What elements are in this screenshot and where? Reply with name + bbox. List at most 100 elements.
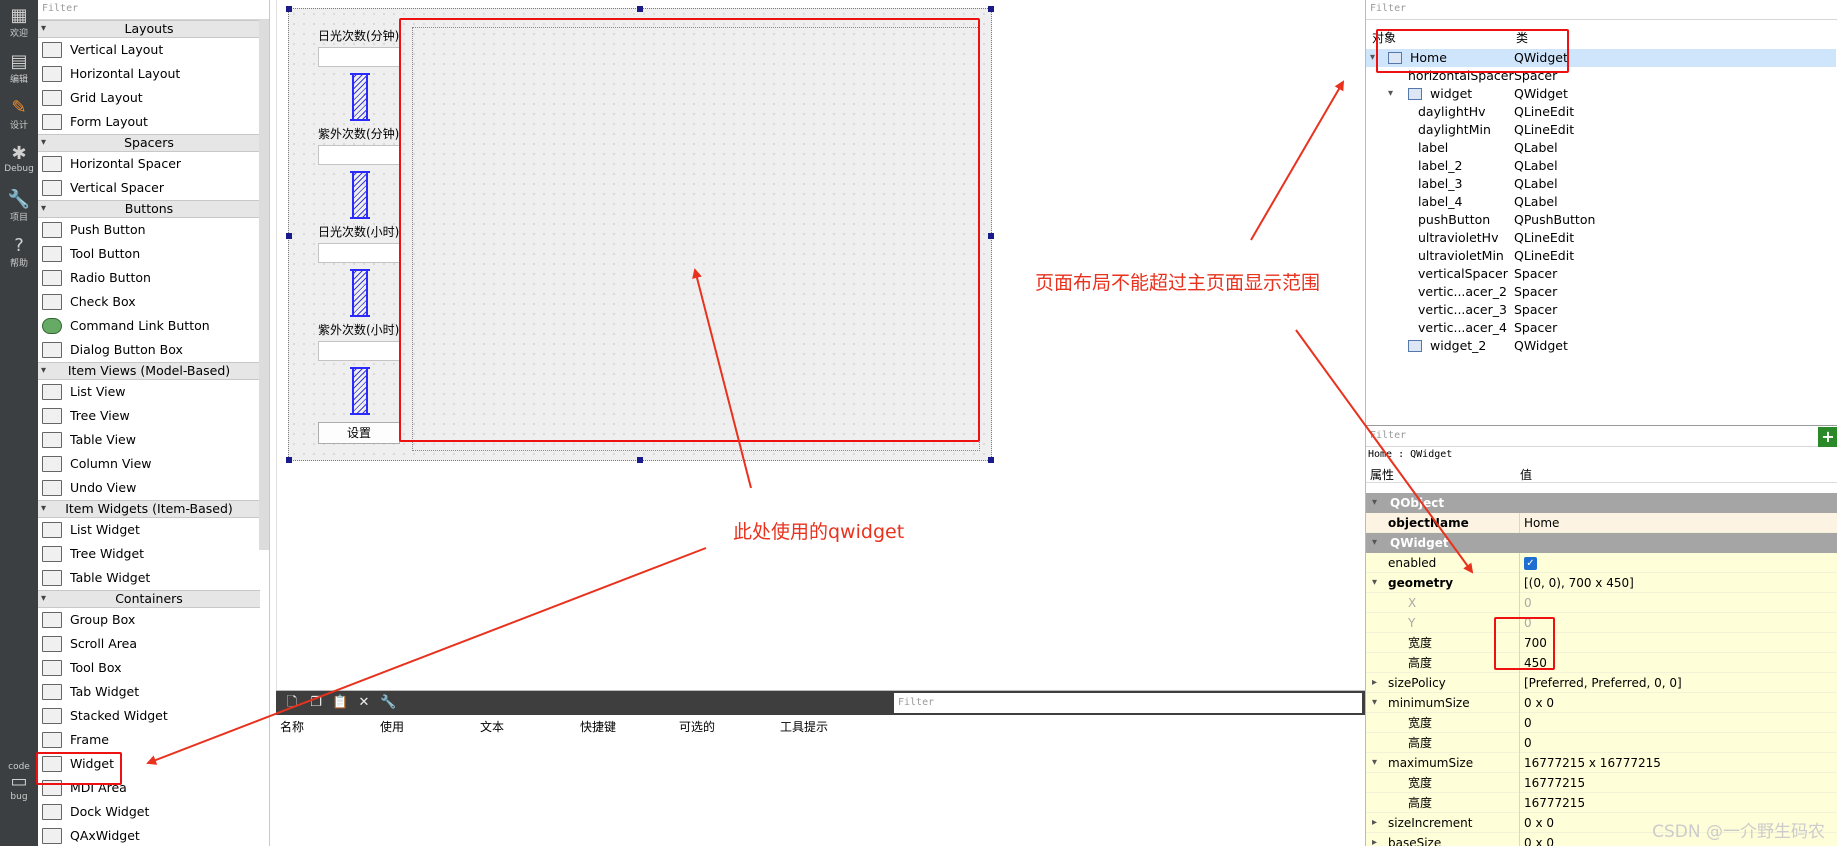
object-tree-row[interactable]: pushButton QPushButton: [1366, 211, 1836, 229]
expand-arrow-icon[interactable]: ▸: [1372, 673, 1377, 693]
expand-arrow-icon[interactable]: ▾: [41, 501, 46, 517]
object-tree-row[interactable]: label QLabel: [1366, 139, 1836, 157]
resize-handle[interactable]: [988, 233, 994, 239]
widget-category[interactable]: ▾ Containers: [38, 590, 260, 608]
widget-item[interactable]: Table View: [38, 428, 260, 452]
settings-push-button[interactable]: 设置: [318, 422, 400, 444]
property-minimumsize[interactable]: ▾ minimumSize 0 x 0: [1366, 693, 1837, 713]
widget-category[interactable]: ▾ Buttons: [38, 200, 260, 218]
expand-arrow-icon[interactable]: ▾: [1372, 693, 1377, 713]
property-enabled[interactable]: enabled ✓: [1366, 553, 1837, 573]
widget-category[interactable]: ▾ Spacers: [38, 134, 260, 152]
column-header[interactable]: 工具提示: [780, 718, 828, 735]
mode-projects[interactable]: 🔧 项目: [0, 190, 38, 224]
property-geometry-y[interactable]: Y 0: [1366, 613, 1837, 633]
expand-arrow-icon[interactable]: ▾: [1372, 493, 1377, 513]
property-minimumsize-height[interactable]: 高度 0: [1366, 733, 1837, 753]
property-value[interactable]: 16777215 x 16777215: [1519, 753, 1837, 773]
daylight-hour-edit[interactable]: [318, 243, 400, 263]
object-tree-row[interactable]: ultravioletHv QLineEdit: [1366, 229, 1836, 247]
widget-item[interactable]: Group Box: [38, 608, 260, 632]
expand-arrow-icon[interactable]: ▾: [41, 135, 46, 151]
object-tree-row[interactable]: label_4 QLabel: [1366, 193, 1836, 211]
widget-item[interactable]: Dock Widget: [38, 800, 260, 824]
object-tree-row[interactable]: widget_2 QWidget: [1366, 337, 1836, 355]
expand-arrow-icon[interactable]: ▾: [1372, 753, 1377, 773]
column-header[interactable]: 属性: [1370, 466, 1394, 483]
add-property-button[interactable]: +: [1818, 427, 1837, 447]
property-maximumsize-height[interactable]: 高度 16777215: [1366, 793, 1837, 813]
widget-item[interactable]: Table Widget: [38, 566, 260, 590]
property-value[interactable]: 0: [1519, 593, 1837, 613]
property-geometry-height[interactable]: 高度 450: [1366, 653, 1837, 673]
widget-item[interactable]: Frame: [38, 728, 260, 752]
property-value[interactable]: 0 x 0: [1519, 693, 1837, 713]
column-header[interactable]: 名称: [280, 718, 304, 735]
widget-item[interactable]: Radio Button: [38, 266, 260, 290]
widget-item[interactable]: Vertical Layout: [38, 38, 260, 62]
widget-item[interactable]: Stacked Widget: [38, 704, 260, 728]
property-sizepolicy[interactable]: ▸ sizePolicy [Preferred, Preferred, 0, 0…: [1366, 673, 1837, 693]
action-filter[interactable]: Filter: [894, 693, 1362, 713]
property-value[interactable]: 16777215: [1519, 793, 1837, 813]
object-tree-row[interactable]: vertic...acer_3 Spacer: [1366, 301, 1836, 319]
mode-help[interactable]: ? 帮助: [0, 236, 38, 270]
widget-item[interactable]: Vertical Spacer: [38, 176, 260, 200]
resize-handle[interactable]: [988, 6, 994, 12]
group-qobject[interactable]: ▾ QObject: [1366, 493, 1837, 513]
property-maximumsize-width[interactable]: 宽度 16777215: [1366, 773, 1837, 793]
expand-arrow-icon[interactable]: ▸: [1372, 833, 1377, 846]
property-maximumsize[interactable]: ▾ maximumSize 16777215 x 16777215: [1366, 753, 1837, 773]
property-geometry-x[interactable]: X 0: [1366, 593, 1837, 613]
object-tree-row[interactable]: ultravioletMin QLineEdit: [1366, 247, 1836, 265]
group-qwidget[interactable]: ▾ QWidget: [1366, 533, 1837, 553]
object-tree-row[interactable]: daylightMin QLineEdit: [1366, 121, 1836, 139]
property-value[interactable]: 0: [1519, 733, 1837, 753]
expand-arrow-icon[interactable]: ▾: [41, 21, 46, 37]
configure-icon[interactable]: 🔧: [380, 695, 396, 711]
object-tree-row[interactable]: verticalSpacer Spacer: [1366, 265, 1836, 283]
object-tree-row[interactable]: daylightHv QLineEdit: [1366, 103, 1836, 121]
property-minimumsize-width[interactable]: 宽度 0: [1366, 713, 1837, 733]
resize-handle[interactable]: [988, 457, 994, 463]
ultraviolet-min-edit[interactable]: [318, 145, 400, 165]
widget-item[interactable]: QAxWidget: [38, 824, 260, 846]
mode-edit[interactable]: ▤ 编辑: [0, 52, 38, 86]
property-value[interactable]: 700: [1519, 633, 1837, 653]
property-filter[interactable]: Filter: [1366, 427, 1818, 447]
property-value[interactable]: ✓: [1519, 553, 1837, 573]
property-value[interactable]: 450: [1519, 653, 1837, 673]
copy-action-icon[interactable]: ❐: [308, 695, 324, 711]
object-tree-row[interactable]: ▾ widget QWidget: [1366, 85, 1836, 103]
expand-arrow-icon[interactable]: ▸: [1372, 813, 1377, 833]
widget-item[interactable]: Column View: [38, 452, 260, 476]
vertical-spacer[interactable]: [350, 73, 370, 121]
object-tree-row[interactable]: label_2 QLabel: [1366, 157, 1836, 175]
property-value[interactable]: 0: [1519, 713, 1837, 733]
widget-item[interactable]: Tab Widget: [38, 680, 260, 704]
expand-arrow-icon[interactable]: ▾: [1372, 573, 1377, 593]
property-geometry[interactable]: ▾ geometry [(0, 0), 700 x 450]: [1366, 573, 1837, 593]
widget-box-scrollbar[interactable]: [259, 20, 269, 550]
object-tree-row[interactable]: vertic...acer_2 Spacer: [1366, 283, 1836, 301]
property-objectname[interactable]: objectName Home: [1366, 513, 1837, 533]
widget-item[interactable]: Form Layout: [38, 110, 260, 134]
widget-category[interactable]: ▾ Layouts: [38, 20, 260, 38]
resize-handle[interactable]: [637, 6, 643, 12]
column-header[interactable]: 值: [1520, 466, 1532, 483]
property-value[interactable]: Home: [1519, 513, 1837, 533]
object-filter[interactable]: Filter: [1366, 0, 1837, 20]
vertical-spacer[interactable]: [350, 171, 370, 219]
paste-action-icon[interactable]: 📋: [332, 695, 348, 711]
kit-selector[interactable]: code ▭ bug: [0, 762, 38, 802]
widget-box-filter[interactable]: Filter: [38, 0, 269, 20]
widget-item[interactable]: Undo View: [38, 476, 260, 500]
widget-item[interactable]: List View: [38, 380, 260, 404]
widget-item[interactable]: Command Link Button: [38, 314, 260, 338]
property-geometry-width[interactable]: 宽度 700: [1366, 633, 1837, 653]
object-tree-row[interactable]: label_3 QLabel: [1366, 175, 1836, 193]
vertical-spacer[interactable]: [350, 367, 370, 415]
enabled-checkbox[interactable]: ✓: [1524, 557, 1537, 570]
widget-item[interactable]: Horizontal Layout: [38, 62, 260, 86]
widget-item[interactable]: Dialog Button Box: [38, 338, 260, 362]
